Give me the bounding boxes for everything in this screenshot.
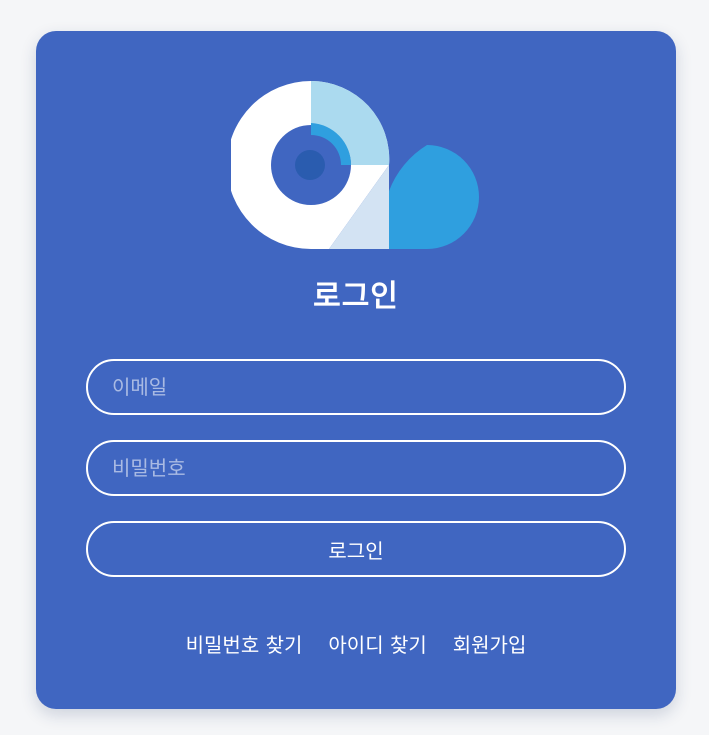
cloud-ring-logo-icon <box>231 81 479 249</box>
email-field[interactable] <box>86 359 626 415</box>
sign-up-link[interactable]: 회원가입 <box>453 629 527 658</box>
page-title: 로그인 <box>313 279 399 314</box>
find-password-link[interactable]: 비밀번호 찾기 <box>186 629 303 658</box>
login-button[interactable]: 로그인 <box>86 521 626 577</box>
password-field[interactable] <box>86 440 626 496</box>
login-card: 로그인 로그인 비밀번호 찾기 아이디 찾기 회원가입 <box>36 31 676 709</box>
find-id-link[interactable]: 아이디 찾기 <box>328 629 426 658</box>
auth-links: 비밀번호 찾기 아이디 찾기 회원가입 <box>36 629 676 658</box>
